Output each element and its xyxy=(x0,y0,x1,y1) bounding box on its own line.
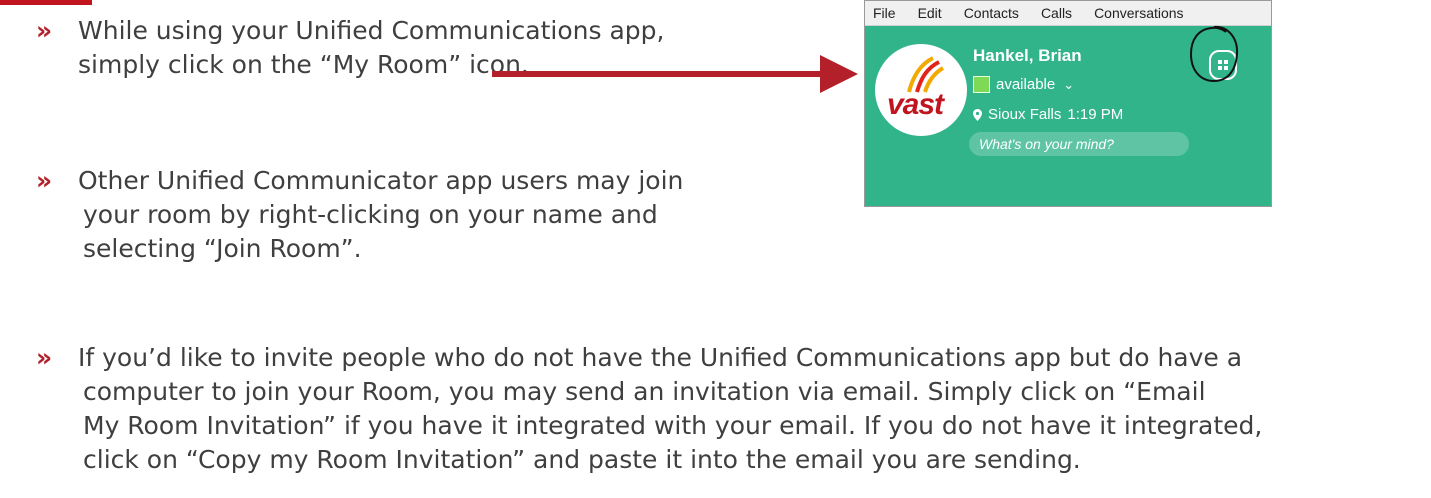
menu-file[interactable]: File xyxy=(873,5,896,21)
bullet-marker: » xyxy=(36,343,53,372)
bullet-text-line: click on “Copy my Room Invitation” and p… xyxy=(83,445,1081,474)
bullet-text-line: your room by right-clicking on your name… xyxy=(83,200,658,229)
user-name[interactable]: Hankel, Brian xyxy=(973,46,1082,66)
location-label: Sioux Falls xyxy=(988,106,1062,123)
menu-conversations[interactable]: Conversations xyxy=(1094,5,1184,21)
presence-status[interactable]: available ⌄ xyxy=(973,76,1074,93)
location-pin-icon xyxy=(973,108,982,121)
mood-input[interactable]: What's on your mind? xyxy=(969,132,1189,156)
bullet-marker: » xyxy=(36,166,53,195)
menu-edit[interactable]: Edit xyxy=(918,5,942,21)
bullet-text-line: selecting “Join Room”. xyxy=(83,234,362,263)
presence-indicator xyxy=(973,76,990,93)
bullet-email-invitation: » If you’d like to invite people who do … xyxy=(36,341,1262,477)
menu-bar: File Edit Contacts Calls Conversations xyxy=(865,1,1271,26)
bullet-text-line: If you’d like to invite people who do no… xyxy=(78,343,1243,372)
header-accent-strip xyxy=(0,0,92,5)
presence-label: available xyxy=(996,76,1056,93)
bullet-marker: » xyxy=(36,16,53,45)
vast-logo-text: vast xyxy=(887,88,944,121)
hand-drawn-circle-annotation xyxy=(1189,25,1239,83)
location-time: Sioux Falls 1:19 PM xyxy=(973,106,1123,123)
bullet-text-line: computer to join your Room, you may send… xyxy=(83,377,1206,406)
menu-contacts[interactable]: Contacts xyxy=(964,5,1019,21)
bullet-text-line: My Room Invitation” if you have it integ… xyxy=(83,411,1263,440)
avatar[interactable]: vast xyxy=(875,44,967,136)
menu-calls[interactable]: Calls xyxy=(1041,5,1072,21)
bullet-text-line: Other Unified Communicator app users may… xyxy=(78,166,684,195)
chevron-down-icon: ⌄ xyxy=(1063,76,1075,92)
pointer-arrow-head xyxy=(820,55,858,93)
local-time: 1:19 PM xyxy=(1067,106,1124,123)
pointer-arrow-shaft xyxy=(492,71,822,77)
bullet-join-room: » Other Unified Communicator app users m… xyxy=(36,164,683,266)
bullet-text-line: While using your Unified Communications … xyxy=(78,16,665,45)
